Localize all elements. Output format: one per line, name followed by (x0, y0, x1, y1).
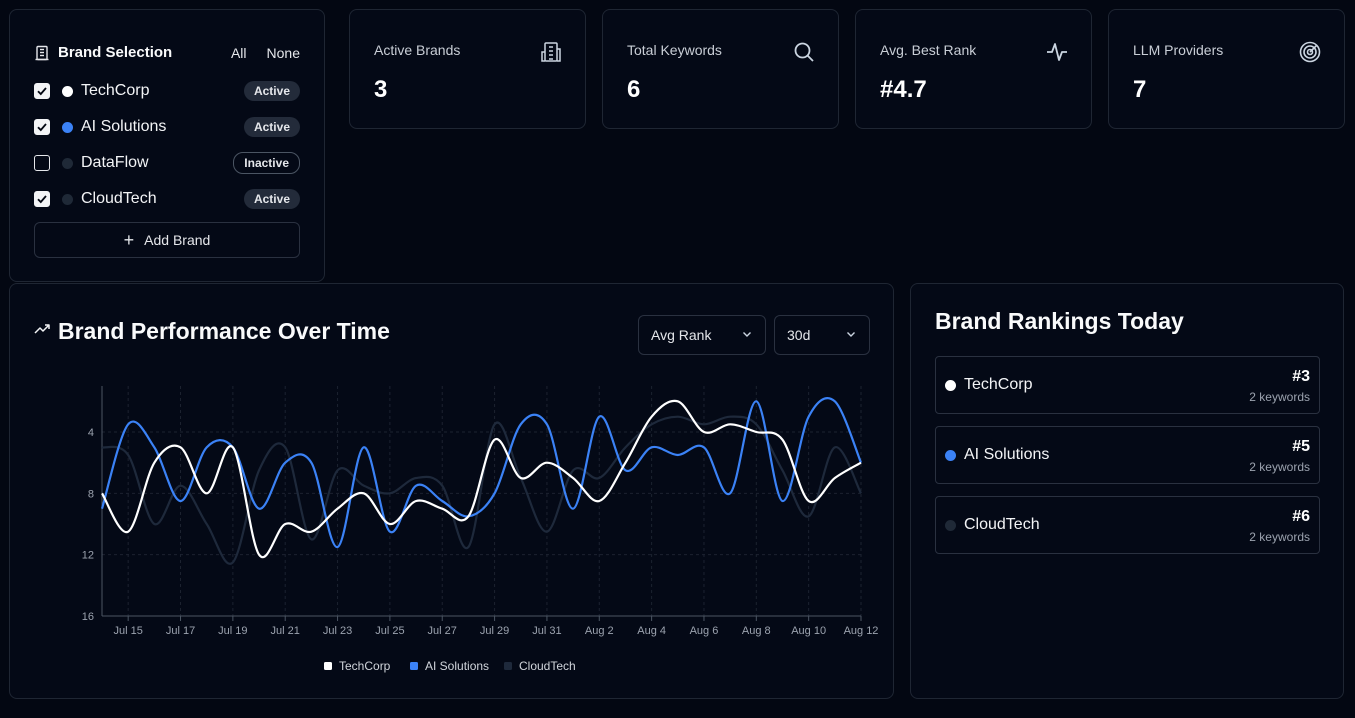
building-icon (539, 40, 563, 64)
stat-value: #4.7 (880, 76, 927, 103)
brand-row-techcorp[interactable]: TechCorp Active (34, 77, 300, 105)
brand-selection-card: Brand Selection All None TechCorp Active… (9, 9, 325, 282)
y-tick-label: 16 (82, 611, 94, 623)
building-icon (34, 45, 50, 61)
brand-color-dot (945, 450, 956, 461)
status-badge: Active (243, 117, 300, 137)
series-line-cloudtech (101, 415, 862, 565)
add-brand-button[interactable]: + Add Brand (34, 222, 300, 258)
legend-swatch (410, 662, 418, 670)
performance-chart-card: Brand Performance Over Time Avg Rank 30d… (9, 283, 894, 699)
rank-number: #3 (1292, 368, 1310, 385)
add-brand-label: Add Brand (144, 232, 211, 248)
legend-swatch (324, 662, 332, 670)
x-tick-label: Jul 15 (113, 625, 142, 637)
brand-color-dot (945, 380, 956, 391)
rank-number: #5 (1292, 438, 1310, 455)
y-tick-label: 12 (82, 550, 94, 562)
select-all-link[interactable]: All (231, 45, 247, 61)
check-icon (37, 123, 47, 132)
brand-color-dot (62, 193, 73, 205)
legend-label: CloudTech (519, 659, 576, 673)
stat-value: 3 (374, 76, 388, 103)
stat-label: Avg. Best Rank (880, 42, 977, 58)
checkbox[interactable] (34, 83, 50, 99)
x-tick-label: Aug 10 (791, 625, 826, 637)
legend-label: TechCorp (339, 659, 391, 673)
rankings-title: Brand Rankings Today (935, 308, 1184, 334)
brand-row-ai-solutions[interactable]: AI Solutions Active (34, 113, 300, 141)
stat-card-total-keywords: Total Keywords 6 (602, 9, 839, 129)
x-tick-label: Jul 29 (480, 625, 509, 637)
ranking-row-techcorp[interactable]: TechCorp #3 2 keywords (935, 356, 1320, 414)
brand-row-dataflow[interactable]: DataFlow Inactive (34, 149, 300, 177)
legend-label: AI Solutions (425, 659, 489, 673)
x-tick-label: Jul 21 (271, 625, 300, 637)
search-icon (792, 40, 816, 64)
stat-card-avg-best-rank: Avg. Best Rank #4.7 (855, 9, 1092, 129)
y-tick-label: 4 (88, 427, 94, 439)
brand-name: AI Solutions (81, 118, 167, 135)
x-tick-label: Aug 4 (637, 625, 666, 637)
x-tick-label: Jul 31 (532, 625, 561, 637)
y-tick-label: 8 (88, 488, 94, 500)
x-tick-label: Jul 17 (166, 625, 195, 637)
stat-label: Active Brands (374, 42, 461, 58)
brand-name: TechCorp (81, 82, 150, 99)
brand-selection-header: Brand Selection All None (34, 44, 300, 61)
brand-color-dot (945, 520, 956, 531)
x-tick-label: Aug 8 (742, 625, 771, 637)
stat-value: 6 (627, 76, 641, 103)
stat-card-llm-providers: LLM Providers 7 (1108, 9, 1345, 129)
rank-brand-name: TechCorp (964, 376, 1033, 393)
brand-color-dot (62, 85, 73, 97)
rank-keywords: 2 keywords (1249, 530, 1310, 544)
brand-color-dot (62, 121, 73, 133)
check-icon (37, 195, 47, 204)
status-badge: Inactive (233, 152, 300, 174)
check-icon (37, 87, 47, 96)
rank-number: #6 (1292, 508, 1310, 525)
checkbox[interactable] (34, 155, 50, 171)
status-badge: Active (243, 81, 300, 101)
x-tick-label: Aug 12 (844, 625, 879, 637)
activity-icon (1045, 40, 1069, 64)
checkbox[interactable] (34, 191, 50, 207)
brand-selection-title: Brand Selection (58, 44, 173, 61)
legend-swatch (504, 662, 512, 670)
plus-icon: + (123, 230, 135, 250)
brand-name: DataFlow (81, 154, 149, 171)
status-badge: Active (243, 189, 300, 209)
x-tick-label: Aug 2 (585, 625, 614, 637)
x-tick-label: Jul 25 (375, 625, 404, 637)
brand-color-dot (62, 157, 73, 169)
rank-keywords: 2 keywords (1249, 460, 1310, 474)
rank-brand-name: CloudTech (964, 516, 1040, 533)
x-tick-label: Jul 23 (323, 625, 352, 637)
x-tick-label: Aug 6 (690, 625, 719, 637)
brand-name: CloudTech (81, 190, 157, 207)
x-tick-label: Jul 27 (428, 625, 457, 637)
stat-label: Total Keywords (627, 42, 722, 58)
stat-value: 7 (1133, 76, 1147, 103)
stat-label: LLM Providers (1133, 42, 1224, 58)
checkbox[interactable] (34, 119, 50, 135)
brand-row-cloudtech[interactable]: CloudTech Active (34, 185, 300, 213)
rank-brand-name: AI Solutions (964, 446, 1050, 463)
ranking-row-ai-solutions[interactable]: AI Solutions #5 2 keywords (935, 426, 1320, 484)
radar-icon (1298, 40, 1322, 64)
ranking-row-cloudtech[interactable]: CloudTech #6 2 keywords (935, 496, 1320, 554)
performance-line-chart: 4 8 12 16 Jul 15 Jul 17 Jul 19 Jul 21 Jul 23 Jul … (82, 386, 879, 673)
rank-keywords: 2 keywords (1249, 390, 1310, 404)
stat-card-active-brands: Active Brands 3 (349, 9, 586, 129)
x-tick-label: Jul 19 (218, 625, 247, 637)
select-none-link[interactable]: None (267, 45, 300, 61)
brand-rankings-card: Brand Rankings Today TechCorp #3 2 keywo… (910, 283, 1344, 699)
